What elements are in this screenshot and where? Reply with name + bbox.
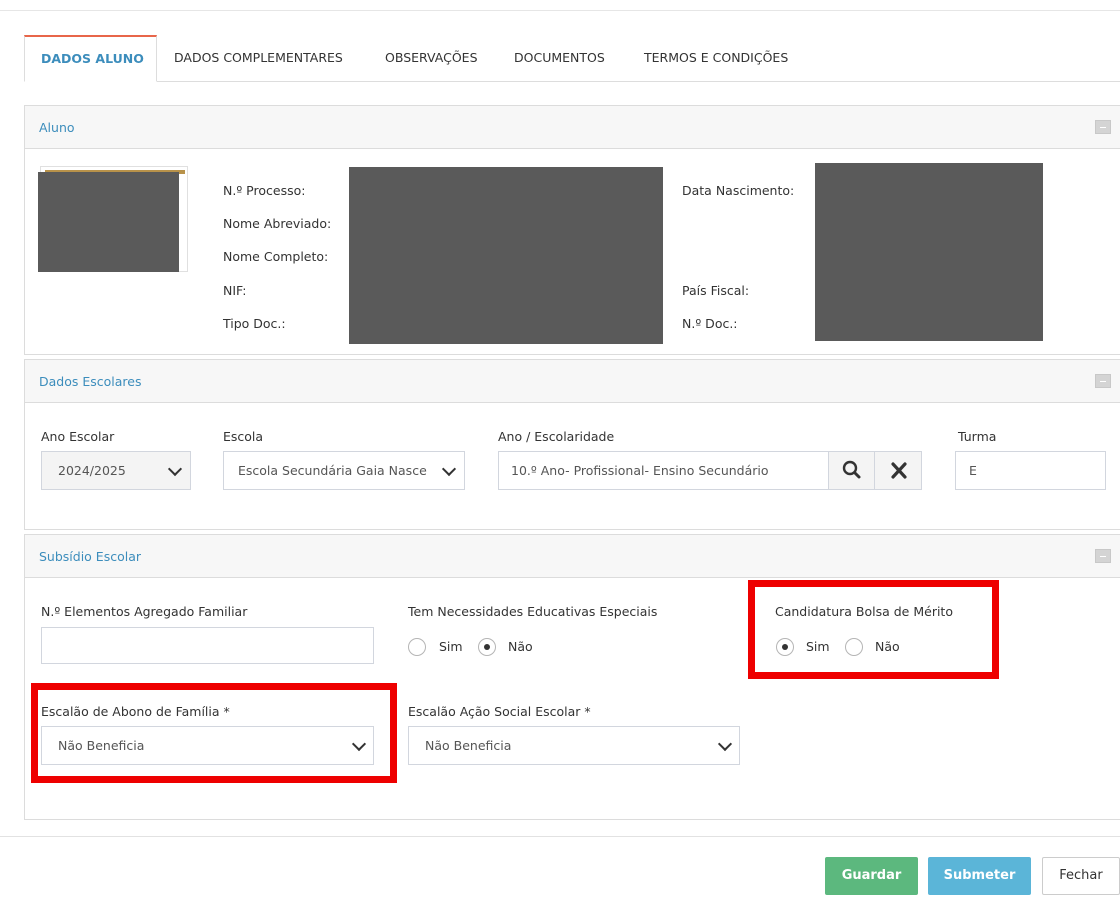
escolaridade-input[interactable]: 10.º Ano- Profissional- Ensino Secundári…	[498, 451, 829, 490]
aluno-panel-title: Aluno	[39, 120, 75, 135]
nee-nao-radio[interactable]	[478, 638, 496, 656]
label-data-nascimento: Data Nascimento:	[682, 183, 795, 198]
nee-sim-label: Sim	[439, 639, 463, 654]
label-nif: NIF:	[223, 283, 247, 298]
tab-documentos[interactable]: DOCUMENTOS	[498, 35, 628, 82]
turma-value: E	[969, 463, 977, 478]
document-data-redaction	[815, 163, 1043, 341]
search-icon	[842, 460, 861, 479]
agregado-familiar-input[interactable]	[41, 627, 374, 664]
escolaridade-value: 10.º Ano- Profissional- Ensino Secundári…	[511, 463, 769, 478]
personal-data-redaction	[349, 167, 663, 344]
escolares-panel-header: Dados Escolares	[24, 359, 1120, 403]
tab-termos-condicoes[interactable]: TERMOS E CONDIÇÕES	[628, 35, 808, 82]
guardar-button[interactable]: Guardar	[825, 857, 918, 895]
escola-select[interactable]: Escola Secundária Gaia Nasce	[223, 451, 465, 490]
label-processo: N.º Processo:	[223, 183, 306, 198]
label-pais-fiscal: País Fiscal:	[682, 283, 750, 298]
photo-redaction	[38, 172, 179, 272]
escola-value: Escola Secundária Gaia Nasce	[238, 463, 427, 478]
tab-dados-complementares[interactable]: DADOS COMPLEMENTARES	[158, 35, 370, 82]
nee-nao-label: Não	[508, 639, 533, 654]
chevron-down-icon	[167, 461, 183, 477]
label-nome-completo: Nome Completo:	[223, 249, 329, 264]
abono-highlight-box	[31, 683, 397, 783]
top-divider	[0, 10, 1120, 11]
label-agregado-familiar: N.º Elementos Agregado Familiar	[41, 604, 248, 619]
label-nee: Tem Necessidades Educativas Especiais	[408, 604, 658, 619]
escolares-panel-title: Dados Escolares	[39, 374, 142, 389]
close-icon	[891, 462, 907, 479]
label-acao-social: Escalão Ação Social Escolar *	[408, 704, 591, 719]
submeter-button[interactable]: Submeter	[928, 857, 1031, 895]
bolsa-highlight-box	[748, 580, 999, 679]
fechar-button[interactable]: Fechar	[1042, 857, 1120, 895]
turma-input[interactable]: E	[955, 451, 1106, 490]
acao-social-select[interactable]: Não Beneficia	[408, 726, 740, 765]
footer-divider	[0, 836, 1120, 837]
label-ano-escolar: Ano Escolar	[41, 429, 115, 444]
subsidio-panel-header: Subsídio Escolar	[24, 534, 1120, 578]
acao-social-value: Não Beneficia	[425, 738, 512, 753]
label-escola: Escola	[223, 429, 264, 444]
subsidio-panel-title: Subsídio Escolar	[39, 549, 142, 564]
aluno-panel-header: Aluno	[24, 105, 1120, 149]
ano-escolar-value: 2024/2025	[58, 463, 126, 478]
chevron-down-icon	[717, 736, 733, 752]
tab-observacoes[interactable]: OBSERVAÇÕES	[369, 35, 498, 82]
ano-escolar-select[interactable]: 2024/2025	[41, 451, 191, 490]
minus-icon[interactable]	[1095, 120, 1111, 134]
label-tipo-doc: Tipo Doc.:	[223, 316, 286, 331]
label-escolaridade: Ano / Escolaridade	[498, 429, 615, 444]
nee-sim-radio[interactable]	[408, 638, 426, 656]
minus-icon[interactable]	[1095, 549, 1111, 563]
minus-icon[interactable]	[1095, 374, 1111, 388]
search-button[interactable]	[828, 451, 875, 490]
tab-dados-aluno[interactable]: DADOS ALUNO	[24, 35, 157, 82]
clear-button[interactable]	[874, 451, 922, 490]
label-num-doc: N.º Doc.:	[682, 316, 738, 331]
label-turma: Turma	[958, 429, 997, 444]
label-nome-abreviado: Nome Abreviado:	[223, 216, 332, 231]
